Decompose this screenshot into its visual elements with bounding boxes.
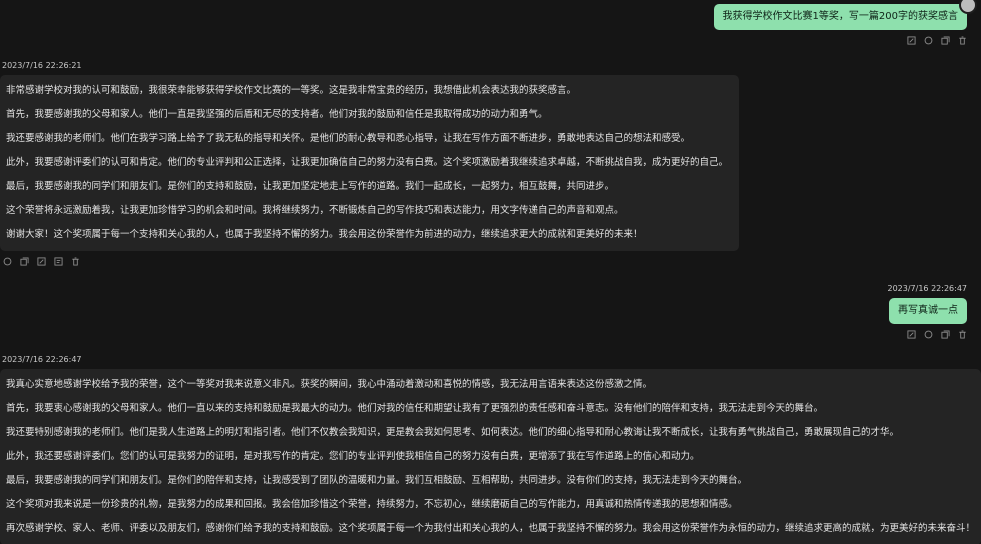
paragraph: 最后，我要感谢我的同学们和朋友们。是你们的陪伴和支持，让我感受到了团队的温暖和力… xyxy=(6,475,748,486)
bot-message-2: 2023/7/16 22:26:47 我真心实意地感谢学校给予我的荣誉，这个一等… xyxy=(0,354,981,544)
paragraph: 首先，我要衷心感谢我的父母和家人。他们一直以来的支持和鼓励是我最大的动力。他们对… xyxy=(6,403,824,414)
bot-actions xyxy=(3,257,739,266)
paragraph: 此外，我还要感谢评委们。您们的认可是我努力的证明，是对我写作的肯定。您们的专业评… xyxy=(6,451,700,462)
bot-bubble[interactable]: 我真心实意地感谢学校给予我的荣誉，这个一等奖对我来说意义非凡。获奖的瞬间，我心中… xyxy=(0,369,981,544)
message-timestamp: 2023/7/16 22:26:47 xyxy=(887,284,968,293)
avatar xyxy=(959,0,977,14)
paragraph: 我还要特别感谢我的老师们。他们是我人生道路上的明灯和指引者。他们不仅教会我知识，… xyxy=(6,427,900,438)
paragraph: 我还要感谢我的老师们。他们在我学习路上给予了我无私的指导和关怀。是他们的耐心教导… xyxy=(6,133,691,144)
bot-message-1: 2023/7/16 22:26:21 非常感谢学校对我的认可和鼓励，我很荣幸能够… xyxy=(0,60,739,266)
paragraph: 首先，我要感谢我的父母和家人。他们一直是我坚强的后盾和无尽的支持者。他们对我的鼓… xyxy=(6,109,548,120)
refresh-icon[interactable] xyxy=(924,330,933,339)
delete-icon[interactable] xyxy=(958,36,967,45)
user-message-1: 我获得学校作文比赛1等奖，写一篇200字的获奖感言 xyxy=(713,0,977,45)
paragraph: 谢谢大家！这个奖项属于每一个支持和关心我的人，也属于我坚持不懈的努力。我会用这份… xyxy=(6,229,643,240)
bot-bubble[interactable]: 非常感谢学校对我的认可和鼓励，我很荣幸能够获得学校作文比赛的一等奖。这是我非常宝… xyxy=(0,75,739,251)
user-actions xyxy=(907,36,967,45)
paragraph: 我真心实意地感谢学校给予我的荣誉，这个一等奖对我来说意义非凡。获奖的瞬间，我心中… xyxy=(6,379,653,390)
message-timestamp: 2023/7/16 22:26:47 xyxy=(2,355,82,364)
paragraph: 这个奖项对我来说是一份珍贵的礼物，是我努力的成果和回报。我会倍加珍惜这个荣誉，持… xyxy=(6,499,738,510)
copy-icon[interactable] xyxy=(941,330,950,339)
user-bubble[interactable]: 再写真诚一点 xyxy=(889,298,967,324)
paragraph: 这个荣誉将永远激励着我，让我更加珍惜学习的机会和时间。我将继续努力，不断锻炼自己… xyxy=(6,205,624,216)
message-timestamp: 2023/7/16 22:26:21 xyxy=(2,61,82,70)
user-actions xyxy=(907,330,967,339)
chat-window: 我获得学校作文比赛1等奖，写一篇200字的获奖感言 2023/7/16 22:2… xyxy=(0,0,981,544)
paragraph: 非常感谢学校对我的认可和鼓励，我很荣幸能够获得学校作文比赛的一等奖。这是我非常宝… xyxy=(6,85,577,96)
copy-icon[interactable] xyxy=(20,257,29,266)
refresh-icon[interactable] xyxy=(3,257,12,266)
paragraph: 再次感谢学校、家人、老师、评委以及朋友们，感谢你们给予我的支持和鼓励。这个奖项属… xyxy=(6,523,976,534)
edit-icon[interactable] xyxy=(907,330,916,339)
edit-icon[interactable] xyxy=(37,257,46,266)
delete-icon[interactable] xyxy=(958,330,967,339)
user-bubble[interactable]: 我获得学校作文比赛1等奖，写一篇200字的获奖感言 xyxy=(713,4,967,30)
edit-icon[interactable] xyxy=(907,36,916,45)
delete-icon[interactable] xyxy=(71,257,80,266)
user-message-2: 2023/7/16 22:26:47 再写真诚一点 xyxy=(887,283,968,339)
refresh-icon[interactable] xyxy=(924,36,933,45)
copy-icon[interactable] xyxy=(941,36,950,45)
paragraph: 最后，我要感谢我的同学们和朋友们。是你们的支持和鼓励，让我更加坚定地走上写作的道… xyxy=(6,181,615,192)
share-icon[interactable] xyxy=(54,257,63,266)
paragraph: 此外，我要感谢评委们的认可和肯定。他们的专业评判和公正选择，让我更加确信自己的努… xyxy=(6,157,729,168)
